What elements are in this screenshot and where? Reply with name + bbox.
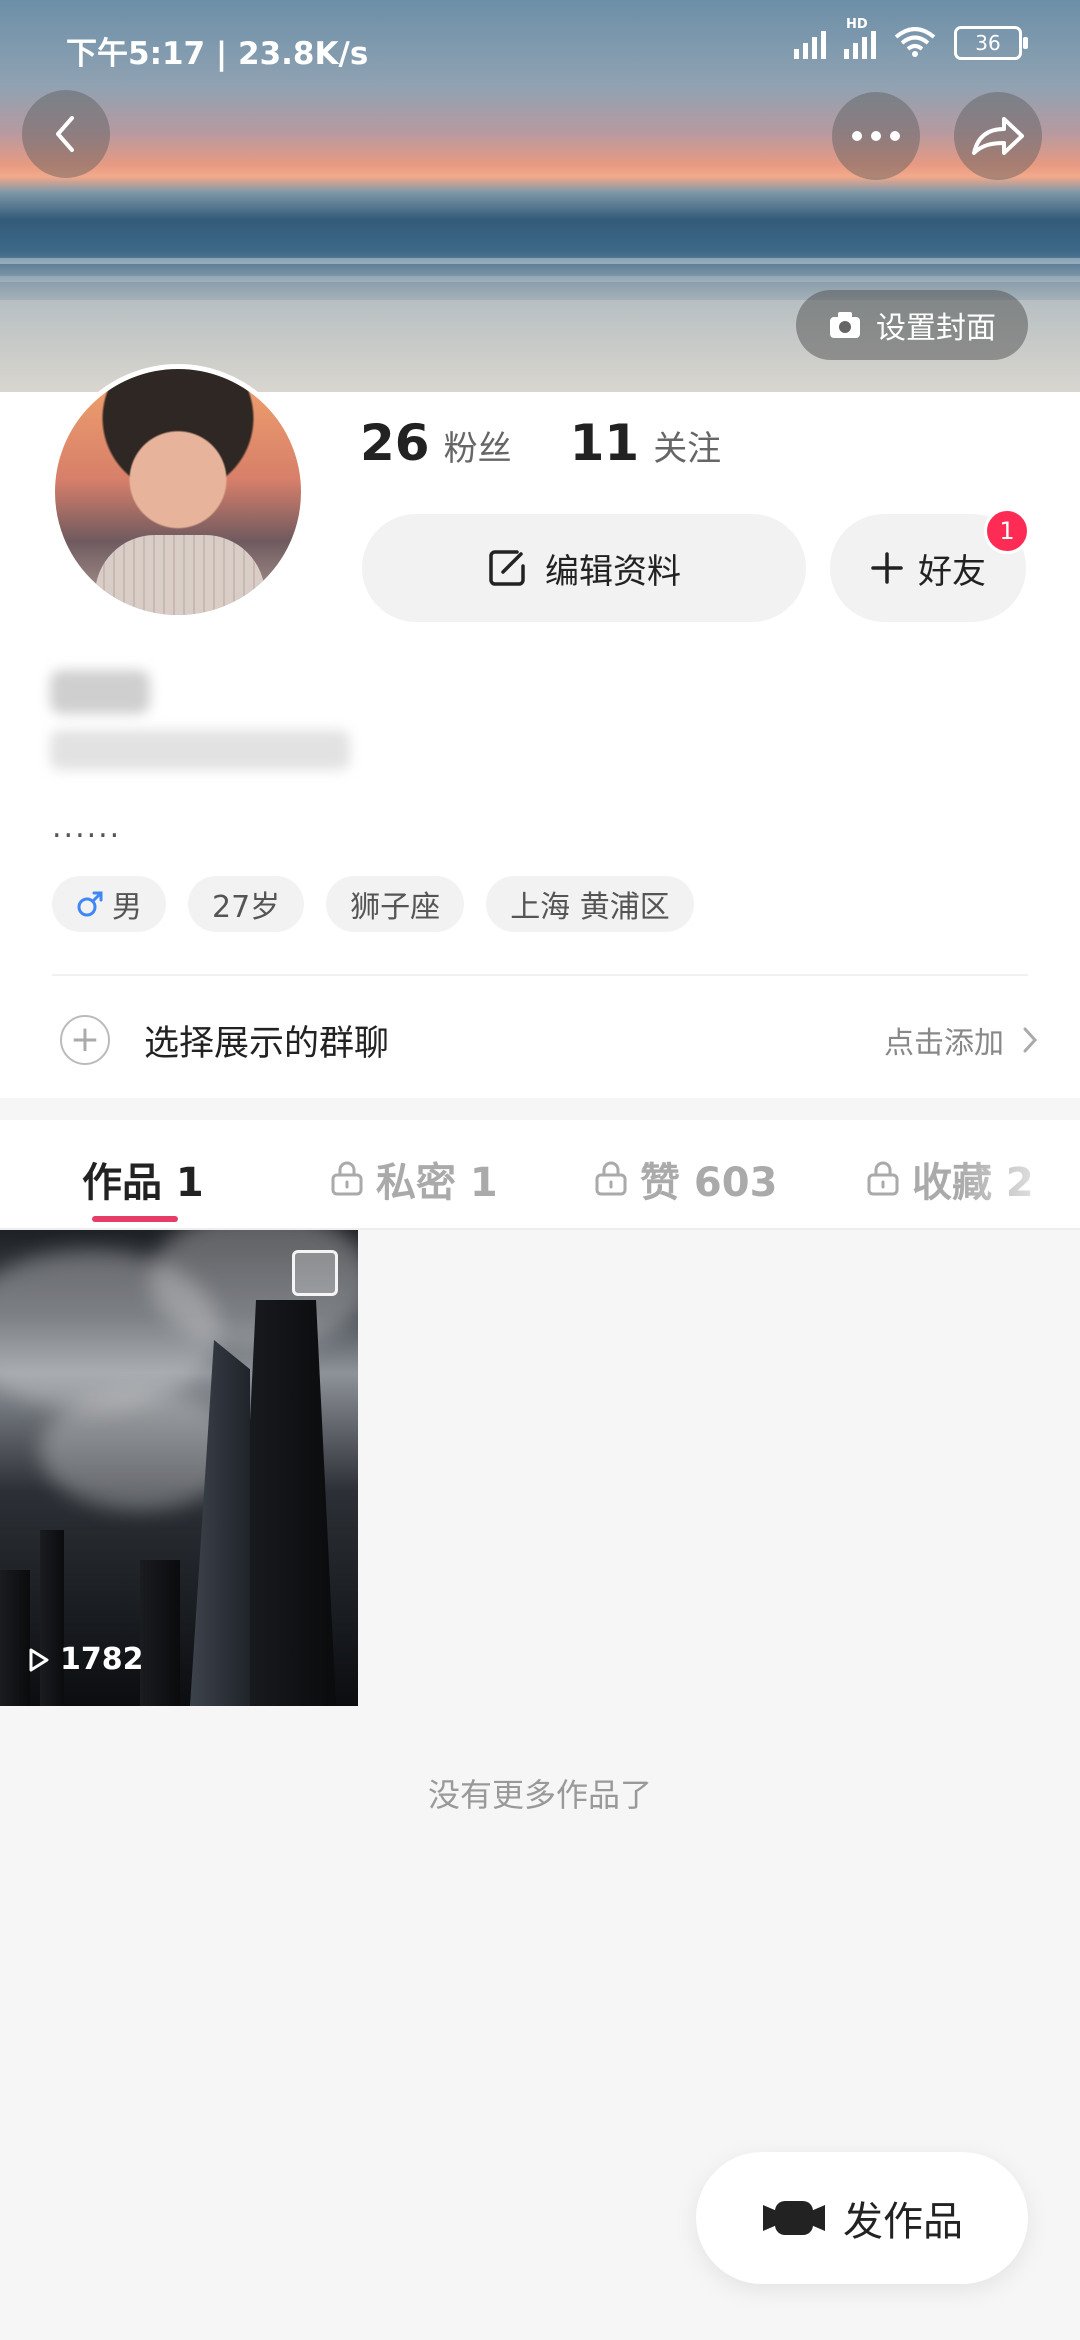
thumbnail-building: [0, 1570, 30, 1706]
cover-wave: [0, 276, 1080, 282]
no-more-works-text: 没有更多作品了: [427, 1776, 652, 1814]
more-icon: [852, 131, 900, 141]
wifi-icon: [894, 27, 936, 57]
blurred-username: [50, 670, 150, 714]
avatar-shirt: [95, 535, 265, 615]
blurred-user-id: [50, 730, 350, 770]
status-indicators: HD 36: [794, 17, 1028, 60]
cover-wave: [0, 258, 1080, 264]
plus-circle-icon: +: [60, 1015, 110, 1065]
add-friend-button[interactable]: 好友 1: [830, 508, 1030, 622]
post-work-button[interactable]: 发作品: [696, 2152, 1028, 2284]
edit-profile-label: 编辑资料: [545, 551, 681, 592]
thumbnail-building: [40, 1530, 64, 1706]
avatar[interactable]: [50, 364, 306, 620]
group-chat-add-action[interactable]: 点击添加: [884, 1018, 1038, 1062]
profile-cover: 下午5:17 | 23.8K/s HD 36 设置封面: [0, 0, 1080, 392]
thumbnail-building: [140, 1560, 180, 1706]
tab-private-label: 私密 1: [376, 1160, 498, 1206]
following-label[interactable]: 关注: [653, 421, 721, 470]
followers-label[interactable]: 粉丝: [444, 421, 512, 470]
lock-icon: [867, 1161, 899, 1196]
thumbnail-building: [236, 1300, 336, 1706]
more-button[interactable]: [832, 92, 920, 180]
video-views: 1782: [28, 1642, 144, 1677]
group-chat-row[interactable]: + 选择展示的群聊 点击添加: [0, 982, 1080, 1098]
tab-private[interactable]: 私密 1: [330, 1150, 498, 1208]
zodiac-label: 狮子座: [350, 890, 441, 925]
gender-tag[interactable]: 男: [52, 876, 166, 932]
age-tag[interactable]: 27岁: [188, 876, 305, 932]
tab-works[interactable]: 作品 1: [82, 1150, 204, 1208]
camera-icon: [830, 312, 860, 338]
add-friend-label: 好友: [918, 551, 986, 592]
share-button[interactable]: [954, 92, 1042, 180]
edit-icon: [489, 550, 525, 586]
set-cover-button[interactable]: 设置封面: [796, 290, 1028, 360]
tab-works-label: 作品 1: [82, 1160, 204, 1206]
active-tab-indicator: [92, 1216, 178, 1222]
male-icon: [77, 891, 103, 917]
zodiac-tag[interactable]: 狮子座: [326, 876, 465, 932]
lock-icon: [595, 1161, 627, 1196]
profile-tags: 男 27岁 狮子座 上海 黄浦区: [52, 876, 694, 932]
group-chat-label: 选择展示的群聊: [144, 1023, 390, 1064]
location-tag[interactable]: 上海 黄浦区: [486, 876, 694, 932]
thumbnail-building: [190, 1340, 250, 1706]
divider: [52, 974, 1028, 976]
video-views-count: 1782: [60, 1642, 144, 1677]
select-checkbox[interactable]: [292, 1250, 338, 1296]
play-icon: [29, 1648, 49, 1671]
hd-signal-icon: HD: [844, 17, 876, 59]
bio-text[interactable]: ......: [52, 810, 121, 845]
plus-icon: [871, 552, 903, 584]
status-time-speed: 下午5:17 | 23.8K/s: [66, 36, 369, 72]
chevron-right-icon: [1023, 1027, 1038, 1053]
gender-label: 男: [112, 890, 142, 925]
tab-likes-label: 赞 603: [640, 1160, 778, 1206]
battery-icon: 36: [954, 26, 1028, 60]
video-camera-icon: [763, 2201, 825, 2235]
back-button[interactable]: [22, 90, 110, 178]
video-thumbnail[interactable]: 1782: [0, 1230, 358, 1706]
age-label: 27岁: [212, 890, 281, 925]
edit-profile-button[interactable]: 编辑资料: [362, 514, 806, 622]
location-label: 上海 黄浦区: [510, 890, 670, 925]
lock-icon: [331, 1161, 363, 1196]
profile-section: 26 粉丝 11 关注 编辑资料 好友 1 ...... 男 27岁 狮子座 上…: [0, 364, 1080, 1098]
tabs-fade-overlay: [960, 1120, 1080, 1226]
back-icon: [56, 116, 74, 152]
friend-notification-badge: 1: [984, 508, 1030, 554]
battery-level: 36: [975, 31, 1001, 55]
tab-likes[interactable]: 赞 603: [594, 1150, 777, 1208]
set-cover-label: 设置封面: [876, 311, 996, 346]
share-icon: [972, 117, 1024, 155]
content-tabs: 作品 1 私密 1 赞 603 收藏 2: [0, 1120, 1080, 1230]
group-chat-action-label: 点击添加: [884, 1026, 1004, 1061]
following-count[interactable]: 11: [570, 414, 640, 472]
signal-icon: [794, 27, 826, 59]
network-badge: HD: [846, 17, 868, 32]
post-work-label: 发作品: [843, 2199, 963, 2245]
followers-count[interactable]: 26: [360, 414, 430, 472]
profile-stats: 26 粉丝 11 关注: [360, 414, 779, 472]
